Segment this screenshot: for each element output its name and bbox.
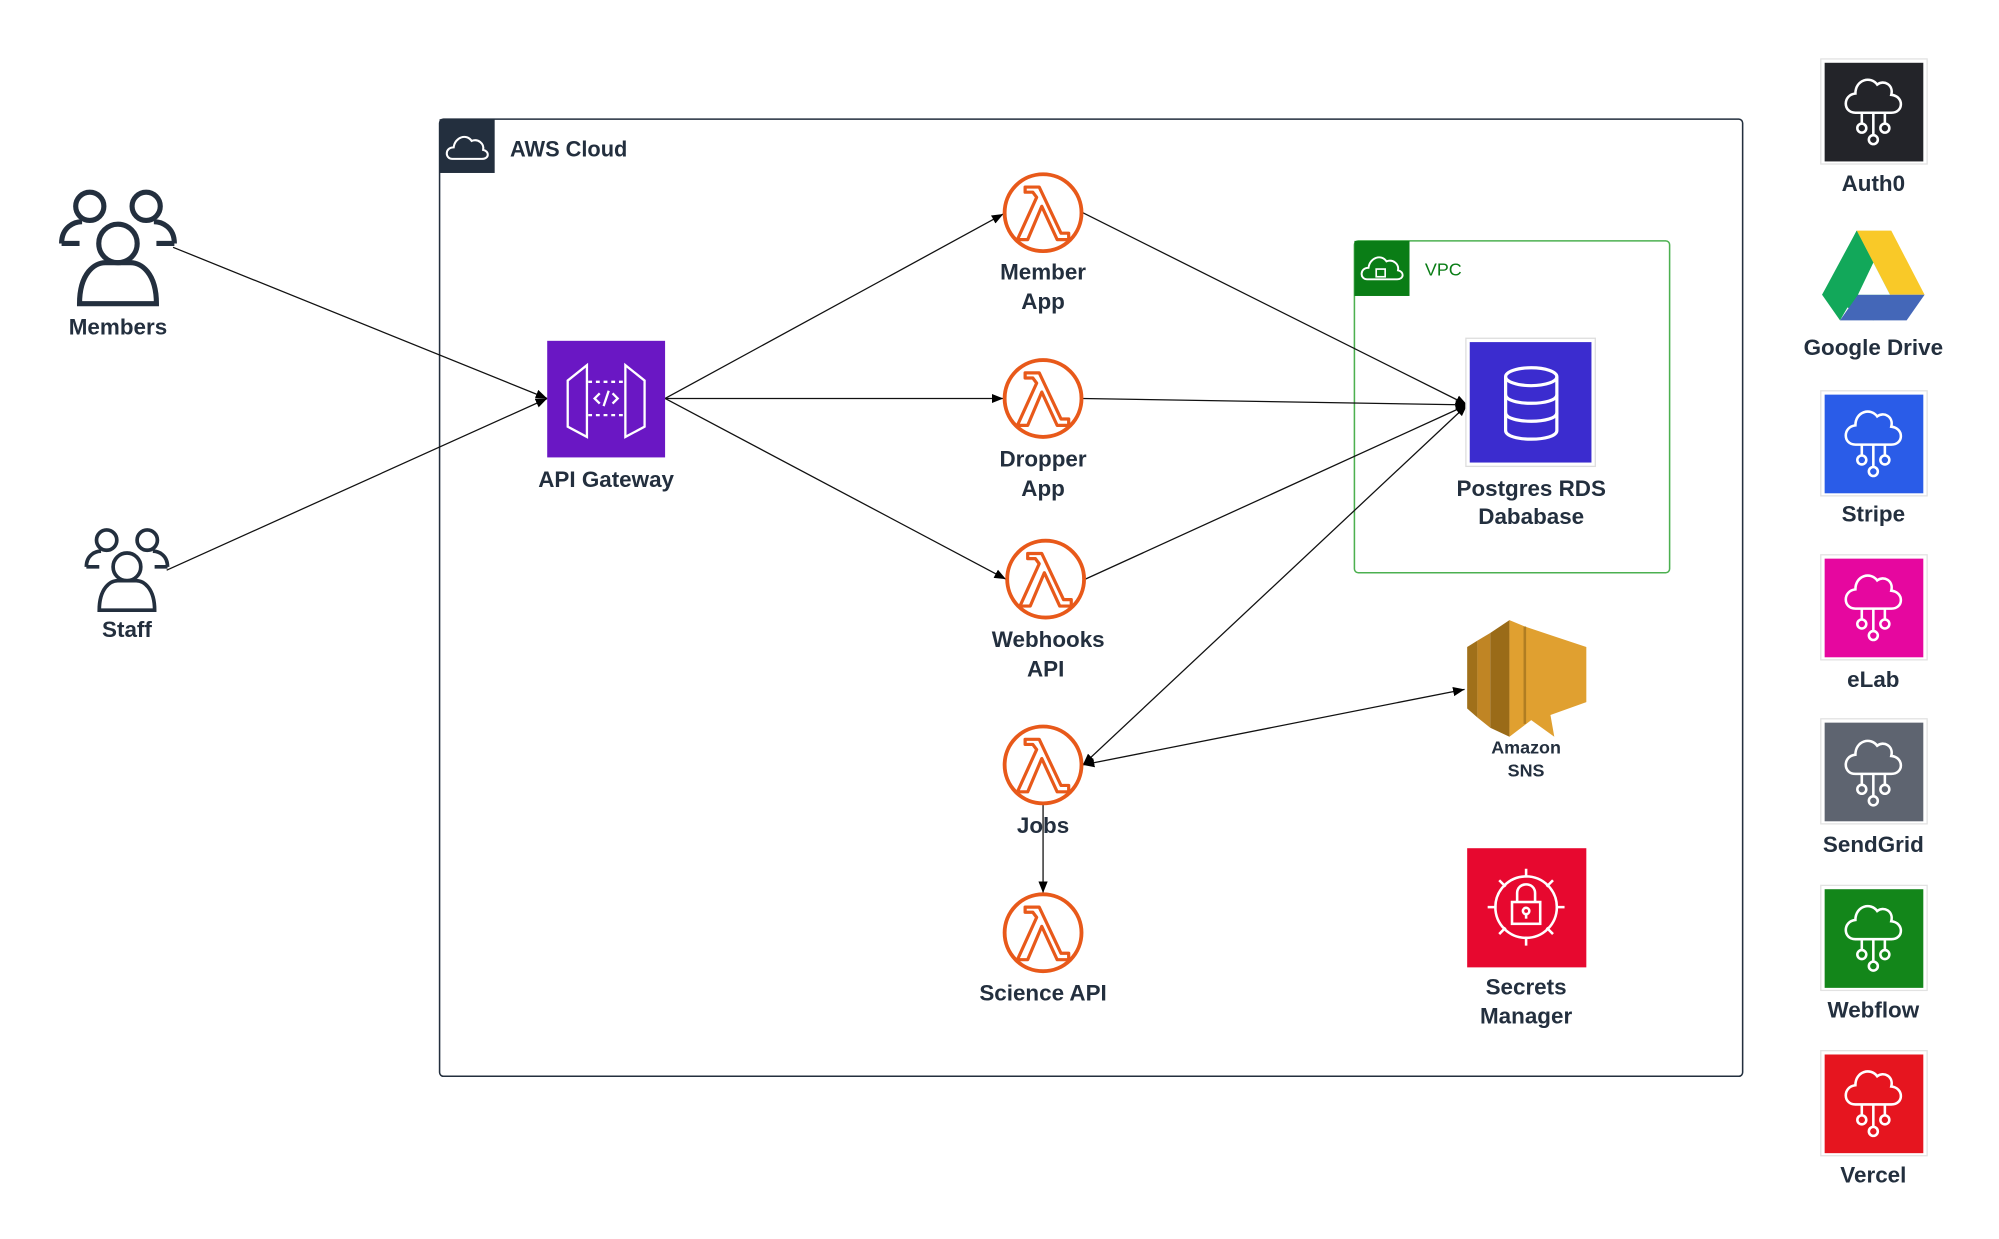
vpc-title: VPC: [1425, 259, 1462, 279]
lambda-icon: [1002, 724, 1084, 806]
svg-text:SNS: SNS: [1508, 760, 1545, 780]
svg-text:Webflow: Webflow: [1827, 997, 1919, 1022]
external-vercel: Vercel: [1820, 1050, 1928, 1188]
api-gateway-node: API Gateway: [538, 340, 675, 492]
edges: [166, 212, 1468, 894]
svg-text:Staff: Staff: [102, 617, 152, 642]
lambda-icon: [1005, 538, 1086, 620]
aws-cloud-title: AWS Cloud: [510, 136, 627, 161]
users-icon: [84, 528, 170, 613]
svg-text:SendGrid: SendGrid: [1823, 832, 1924, 857]
actor-members: Members: [62, 192, 175, 339]
svg-text:Google Drive: Google Drive: [1804, 335, 1943, 360]
actor-staff: Staff: [84, 528, 170, 642]
svg-text:Webhooks: Webhooks: [992, 627, 1105, 652]
svg-text:Members: Members: [69, 314, 167, 339]
architecture-diagram: AWS Cloud VPC Members Staff API Gateway …: [0, 58, 1943, 1188]
edge-webhooks-rds: [1085, 404, 1468, 580]
svg-text:Jobs: Jobs: [1017, 813, 1069, 838]
svg-text:Secrets: Secrets: [1486, 974, 1567, 999]
lambda-icon: [1002, 358, 1084, 439]
edge-api-webhooks: [664, 397, 1007, 580]
svg-text:Member: Member: [1000, 259, 1086, 284]
sns-node: Amazon SNS: [1467, 620, 1587, 780]
users-icon: [62, 192, 175, 303]
svg-text:App: App: [1021, 289, 1065, 314]
external-webflow: Webflow: [1820, 884, 1928, 1022]
svg-text:Vercel: Vercel: [1840, 1163, 1906, 1188]
lambda-science-api: Science API: [979, 892, 1107, 1006]
google-drive-icon: [1822, 230, 1925, 321]
external-sendgrid: SendGrid: [1820, 718, 1928, 857]
svg-text:API: API: [1027, 657, 1064, 682]
svg-text:Manager: Manager: [1480, 1004, 1572, 1029]
svg-text:Auth0: Auth0: [1842, 171, 1905, 196]
lambda-webhooks-api: Webhooks API: [992, 538, 1105, 682]
edge-jobs-sns: [1082, 687, 1465, 768]
sns-icon: [1467, 620, 1587, 737]
svg-text:Dababase: Dababase: [1478, 504, 1584, 529]
edge-members-api: [172, 246, 548, 400]
lambda-icon: [1002, 172, 1084, 254]
edge-staff-api: [166, 397, 548, 571]
svg-text:Amazon: Amazon: [1491, 737, 1561, 757]
lambda-icon: [1002, 892, 1084, 974]
svg-text:eLab: eLab: [1847, 667, 1899, 692]
edge-jobs-rds: [1082, 404, 1468, 766]
edge-api-member-app: [664, 213, 1004, 400]
svg-text:Stripe: Stripe: [1842, 501, 1906, 526]
external-stripe: Stripe: [1820, 390, 1928, 526]
external-google-drive: Google Drive: [1804, 230, 1943, 360]
secrets-manager-node: Secrets Manager: [1467, 848, 1587, 1029]
rds-node: Postgres RDS Dababase: [1457, 337, 1606, 529]
lambda-dropper-app: Dropper App: [999, 358, 1087, 501]
svg-text:API Gateway: API Gateway: [538, 467, 674, 492]
edge-dropper-app-rds: [1082, 397, 1468, 410]
svg-text:Science API: Science API: [979, 981, 1106, 1006]
lambda-jobs: Jobs: [1002, 724, 1084, 838]
external-elab: eLab: [1820, 554, 1928, 692]
lambda-member-app: Member App: [1000, 172, 1086, 314]
external-auth0: Auth0: [1820, 58, 1928, 196]
svg-text:Dropper: Dropper: [999, 446, 1086, 471]
svg-text:App: App: [1021, 476, 1065, 501]
svg-text:Postgres RDS: Postgres RDS: [1457, 476, 1606, 501]
